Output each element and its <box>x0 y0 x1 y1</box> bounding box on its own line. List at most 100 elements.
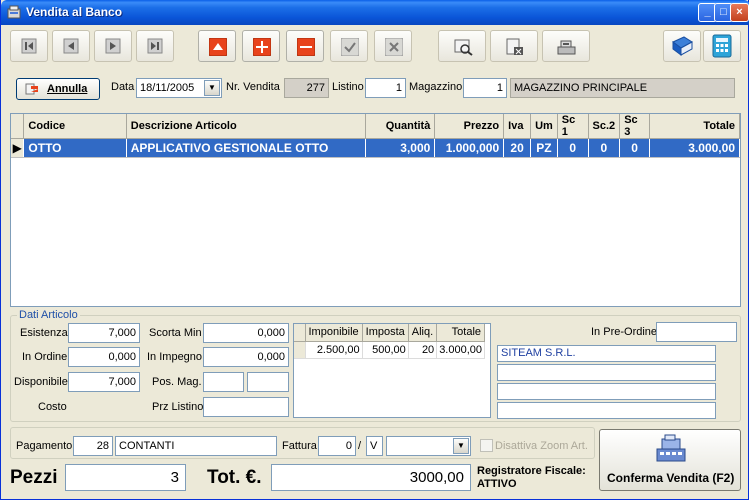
confirm-sale-button[interactable]: Conferma Vendita (F2) <box>599 429 741 491</box>
delete-document-button[interactable] <box>490 30 538 62</box>
col-sc1[interactable]: Sc 1 <box>557 114 589 139</box>
date-label: Data <box>111 81 135 93</box>
title-bar[interactable]: Vendita al Banco _ □ × <box>1 0 749 25</box>
x-icon <box>385 38 403 56</box>
close-button[interactable]: × <box>730 3 749 22</box>
warehouse-code-value: 1 <box>496 82 503 94</box>
col-um[interactable]: Um <box>530 114 558 139</box>
cash-register-icon <box>557 40 576 55</box>
payment-name-field[interactable]: CONTANTI <box>115 436 277 456</box>
total-value: 3000,00 <box>409 469 464 486</box>
move-up-button[interactable] <box>198 30 236 62</box>
list-field[interactable]: 1 <box>365 78 406 98</box>
prev-icon <box>63 38 79 54</box>
tax-col-aliq: Aliq. <box>408 324 438 342</box>
grid-indicator-header <box>11 114 25 139</box>
tax-cell-imponibile: 2.500,00 <box>305 341 363 359</box>
help-book-button[interactable] <box>663 30 701 62</box>
window-title: Vendita al Banco <box>26 5 123 19</box>
check-icon <box>341 38 359 56</box>
warehouse-code-field[interactable]: 1 <box>463 78 507 98</box>
tax-col-totale: Totale <box>436 324 486 342</box>
prz-listino-field <box>203 397 289 417</box>
up-arrow-icon <box>209 38 227 56</box>
undo-icon <box>25 83 38 95</box>
costo-label: Costo <box>38 401 67 413</box>
confirm-row-button[interactable] <box>330 30 368 62</box>
prz-listino-label: Prz Listino <box>152 401 204 413</box>
col-sc2[interactable]: Sc.2 <box>588 114 621 139</box>
pre-ordine-label: In Pre-Ordine <box>591 326 658 338</box>
disponibile-field: 7,000 <box>68 372 140 392</box>
tax-col-imposta: Imposta <box>362 324 409 342</box>
pieces-field: 3 <box>65 464 186 491</box>
cell-sc1[interactable]: 0 <box>557 138 589 158</box>
cell-um[interactable]: PZ <box>530 138 558 158</box>
customer-value: SITEAM S.R.L. <box>501 347 576 359</box>
sale-number-field: 277 <box>284 78 329 98</box>
cell-iva[interactable]: 20 <box>503 138 532 158</box>
first-icon <box>21 38 37 54</box>
customer-line-4 <box>497 402 716 419</box>
scorta-min-field: 0,000 <box>203 323 289 343</box>
pre-ordine-field <box>656 322 737 342</box>
annulla-button[interactable]: Annulla <box>16 78 100 100</box>
date-value: 18/11/2005 <box>140 82 195 94</box>
invoice-series-value: V <box>370 440 378 452</box>
sales-grid[interactable]: Codice Descrizione Articolo Quantità Pre… <box>10 113 741 307</box>
pieces-value: 3 <box>170 469 179 486</box>
calculator-button[interactable] <box>703 30 741 62</box>
cash-register-button[interactable] <box>542 30 590 62</box>
add-row-button[interactable] <box>242 30 280 62</box>
plus-icon <box>253 38 271 56</box>
print-preview-button[interactable] <box>438 30 486 62</box>
col-descrizione[interactable]: Descrizione Articolo <box>126 114 366 139</box>
invoice-number-field[interactable]: 0 <box>318 436 356 456</box>
col-quantita[interactable]: Quantità <box>365 114 436 139</box>
cancel-row-button[interactable] <box>374 30 412 62</box>
date-dropdown-button[interactable]: ▼ <box>204 80 220 96</box>
customer-field: SITEAM S.R.L. <box>497 345 716 362</box>
cell-totale[interactable]: 3.000,00 <box>649 138 740 158</box>
invoice-number-value: 0 <box>345 440 352 452</box>
total-field: 3000,00 <box>271 464 471 491</box>
invoice-series-field[interactable]: V <box>366 436 383 456</box>
scorta-min-label: Scorta Min <box>149 327 202 339</box>
warehouse-name-value: MAGAZZINO PRINCIPALE <box>514 82 648 94</box>
cell-sc3[interactable]: 0 <box>619 138 650 158</box>
prev-record-button[interactable] <box>52 30 90 62</box>
cell-descrizione[interactable]: APPLICATIVO GESTIONALE OTTO <box>126 138 366 158</box>
col-sc3[interactable]: Sc 3 <box>619 114 650 139</box>
invoice-type-dropdown-button[interactable]: ▼ <box>453 438 469 454</box>
table-row[interactable]: ▶ OTTO APPLICATIVO GESTIONALE OTTO 3,000… <box>11 138 740 158</box>
zoom-disable-checkbox[interactable] <box>480 439 493 452</box>
last-record-button[interactable] <box>136 30 174 62</box>
in-ordine-field: 0,000 <box>68 347 140 367</box>
total-label: Tot. €. <box>207 467 262 488</box>
disponibile-value: 7,000 <box>108 376 136 388</box>
col-codice[interactable]: Codice <box>23 114 127 139</box>
next-record-button[interactable] <box>94 30 132 62</box>
grid-header-row: Codice Descrizione Articolo Quantità Pre… <box>11 114 740 139</box>
in-impegno-label: In Impegno <box>147 351 203 363</box>
book-icon <box>672 36 693 56</box>
list-value: 1 <box>395 82 402 94</box>
cell-codice[interactable]: OTTO <box>23 138 127 158</box>
cell-quantita[interactable]: 3,000 <box>365 138 436 158</box>
esistenza-label: Esistenza <box>20 327 68 339</box>
esistenza-field: 7,000 <box>68 323 140 343</box>
article-group-title: Dati Articolo <box>17 309 80 321</box>
in-impegno-value: 0,000 <box>257 351 285 363</box>
payment-code-field[interactable]: 28 <box>73 436 113 456</box>
tax-cell-imposta: 500,00 <box>362 341 409 359</box>
cell-sc2[interactable]: 0 <box>588 138 621 158</box>
main-window: Vendita al Banco _ □ × Annulla Data 18/1… <box>0 0 749 500</box>
remove-row-button[interactable] <box>286 30 324 62</box>
cell-prezzo[interactable]: 1.000,000 <box>434 138 505 158</box>
col-iva[interactable]: Iva <box>503 114 532 139</box>
tax-cell-aliq: 20 <box>408 341 438 359</box>
col-prezzo[interactable]: Prezzo <box>434 114 505 139</box>
col-totale[interactable]: Totale <box>649 114 740 139</box>
first-record-button[interactable] <box>10 30 48 62</box>
confirm-sale-label: Conferma Vendita (F2) <box>607 471 735 485</box>
